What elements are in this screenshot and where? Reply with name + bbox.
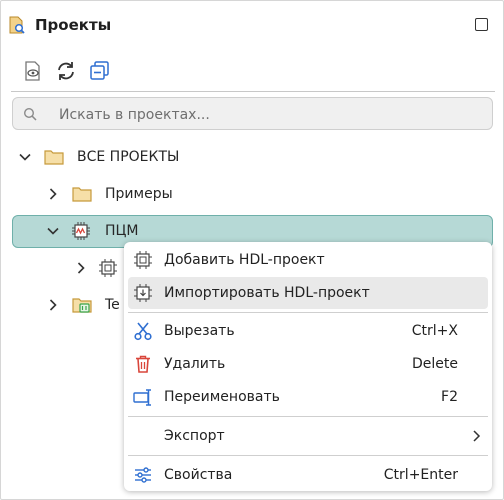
menu-item-shortcut: Ctrl+Enter [383, 467, 458, 483]
chip-icon [98, 258, 118, 282]
menu-item-label: Добавить HDL-проект [164, 252, 325, 268]
tree-item-all-projects[interactable]: ВСЕ ПРОЕКТЫ [1, 142, 504, 172]
tree-item-label: ПЦМ [105, 223, 139, 239]
tree-item-examples[interactable]: Примеры [1, 179, 504, 209]
menu-item-rename[interactable]: Переименовать F2 [128, 381, 488, 413]
projects-panel: Проекты Искать в проектах... ВСЕ ПРОЕКТЫ… [0, 0, 504, 500]
folder-badge-icon [72, 296, 92, 318]
toolbar-divider [11, 91, 495, 92]
refresh-icon[interactable] [54, 59, 78, 83]
project-search-icon [8, 15, 26, 35]
menu-item-label: Удалить [164, 356, 226, 372]
chevron-down-icon[interactable] [46, 224, 60, 238]
chip-add-icon [133, 250, 153, 270]
menu-separator [128, 416, 488, 417]
menu-item-shortcut: Delete [412, 356, 458, 372]
menu-separator [128, 455, 488, 456]
menu-item-label: Импортировать HDL-проект [164, 285, 370, 301]
collapse-all-icon[interactable] [88, 59, 112, 83]
context-menu: Добавить HDL-проект Импортировать HDL-пр… [124, 242, 492, 491]
folder-icon [44, 148, 64, 170]
tree-item-label: ВСЕ ПРОЕКТЫ [77, 149, 180, 165]
menu-item-shortcut: Ctrl+X [411, 323, 458, 339]
maximize-icon[interactable] [475, 18, 488, 31]
chevron-right-icon[interactable] [74, 261, 88, 275]
panel-title: Проекты [35, 16, 112, 34]
chip-signal-icon [71, 221, 91, 245]
search-icon [23, 107, 37, 121]
trash-icon [133, 354, 153, 374]
menu-item-cut[interactable]: Вырезать Ctrl+X [128, 315, 488, 347]
settings-sliders-icon [133, 465, 153, 485]
menu-item-add-hdl-project[interactable]: Добавить HDL-проект [128, 244, 488, 276]
tree-item-label: Примеры [105, 186, 173, 202]
chevron-down-icon[interactable] [18, 150, 32, 164]
chip-import-icon [133, 283, 153, 303]
menu-item-shortcut: F2 [441, 389, 458, 405]
menu-item-export[interactable]: Экспорт [128, 420, 488, 452]
chevron-right-icon[interactable] [46, 298, 60, 312]
search-input[interactable] [57, 98, 481, 131]
tree-item-label: Te [105, 297, 120, 313]
search-box[interactable] [12, 97, 493, 131]
scissors-icon [133, 321, 153, 341]
menu-item-label: Экспорт [164, 428, 225, 444]
menu-item-import-hdl-project[interactable]: Импортировать HDL-проект [128, 277, 488, 309]
eye-document-icon[interactable] [21, 59, 45, 83]
menu-item-delete[interactable]: Удалить Delete [128, 348, 488, 380]
menu-item-label: Вырезать [164, 323, 235, 339]
chevron-right-icon[interactable] [46, 187, 60, 201]
menu-item-label: Переименовать [164, 389, 280, 405]
menu-item-label: Свойства [164, 467, 233, 483]
menu-item-properties[interactable]: Свойства Ctrl+Enter [128, 459, 488, 491]
rename-icon [133, 387, 153, 407]
folder-icon [72, 185, 92, 207]
chevron-right-icon [470, 429, 482, 447]
menu-separator [128, 312, 488, 313]
